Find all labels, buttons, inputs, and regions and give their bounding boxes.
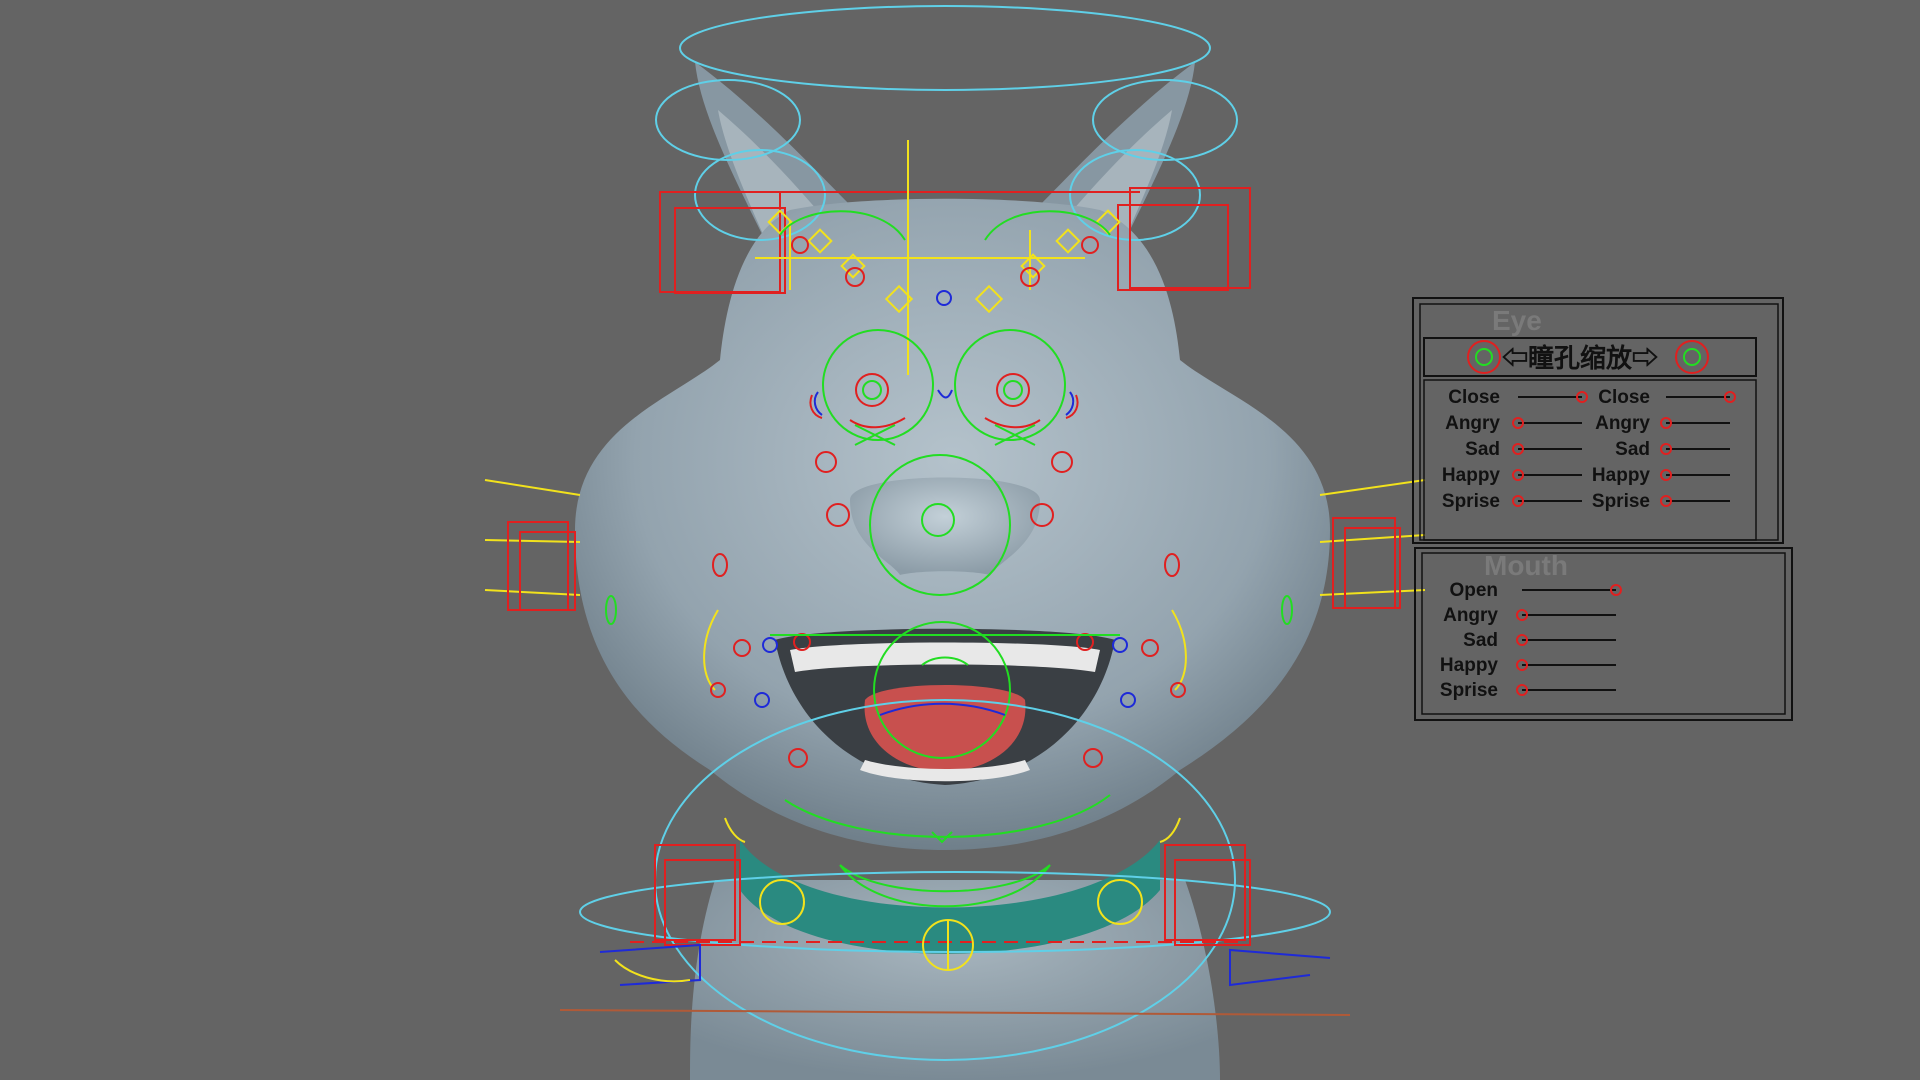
whisker-left-yellow-2[interactable] [484,539,581,543]
eye-left-slider-label-sprise: Sprise [1442,491,1500,512]
whisker-right-yellow-1[interactable] [1319,479,1426,496]
mouth-panel-title: Mouth [1484,550,1568,581]
mouth-sliders[interactable]: Open Angry Sad Happy Sprise [1440,580,1622,701]
mouth-control-panel[interactable]: Mouth Open Angry Sad Happy Sprise [1414,547,1793,721]
eye-right-sliders[interactable]: Close Angry Sad Happy Sprise [1592,387,1736,512]
mouth-slider-label-open: Open [1449,580,1498,601]
pupil-scale-left-green[interactable] [1475,348,1493,366]
eye-right-slider-label-close: Close [1598,387,1650,408]
whisker-right-yellow-3[interactable] [1319,589,1426,596]
eye-right-slider-label-angry: Angry [1595,413,1650,434]
collar-left-yellow-arc [724,817,746,843]
right-shoulder-blue-arrow[interactable] [1229,948,1331,987]
cat-character-model[interactable] [575,62,1330,1080]
pupil-scale-right-green[interactable] [1683,348,1701,366]
eye-right-slider-label-happy: Happy [1592,465,1651,486]
pupil-scale-right-red[interactable] [1675,340,1709,374]
eye-right-slider-label-sprise: Sprise [1592,491,1650,512]
mouth-slider-label-happy: Happy [1440,655,1499,676]
left-shoulder-yellow-arc[interactable] [614,959,691,983]
head-top-ring-control[interactable] [679,5,1211,91]
pupil-scale-label: ⇦瞳孔缩放⇨ [1502,343,1658,373]
eye-control-panel[interactable]: Eye ⇦瞳孔缩放⇨ Close Angry Sad Happy Sprise Clos… [1412,297,1784,544]
mouth-slider-label-sprise: Sprise [1440,680,1498,701]
eye-left-slider-label-happy: Happy [1442,465,1501,486]
maya-viewport[interactable]: Eye ⇦瞳孔缩放⇨ Close Angry Sad Happy Sprise Clos… [0,0,1920,1080]
eye-left-slider-label-sad: Sad [1465,439,1500,460]
whisker-left-yellow-3[interactable] [484,589,581,596]
mouth-slider-label-angry: Angry [1443,605,1498,626]
pupil-scale-left-red[interactable] [1467,340,1501,374]
whisker-left-yellow-1[interactable] [484,479,581,496]
whisker-left-red-box[interactable] [507,521,569,611]
whisker-right-yellow-2[interactable] [1319,534,1426,543]
eye-left-sliders[interactable]: Close Angry Sad Happy Sprise [1442,387,1588,512]
eye-right-slider-label-sad: Sad [1615,439,1650,460]
eye-left-slider-label-close: Close [1448,387,1500,408]
eye-left-slider-label-angry: Angry [1445,413,1500,434]
collar-right-yellow-arc [1159,817,1181,843]
eye-panel-title: Eye [1492,305,1542,336]
mouth-slider-label-sad: Sad [1463,630,1498,651]
whisker-left-red-box-back[interactable] [519,531,576,611]
